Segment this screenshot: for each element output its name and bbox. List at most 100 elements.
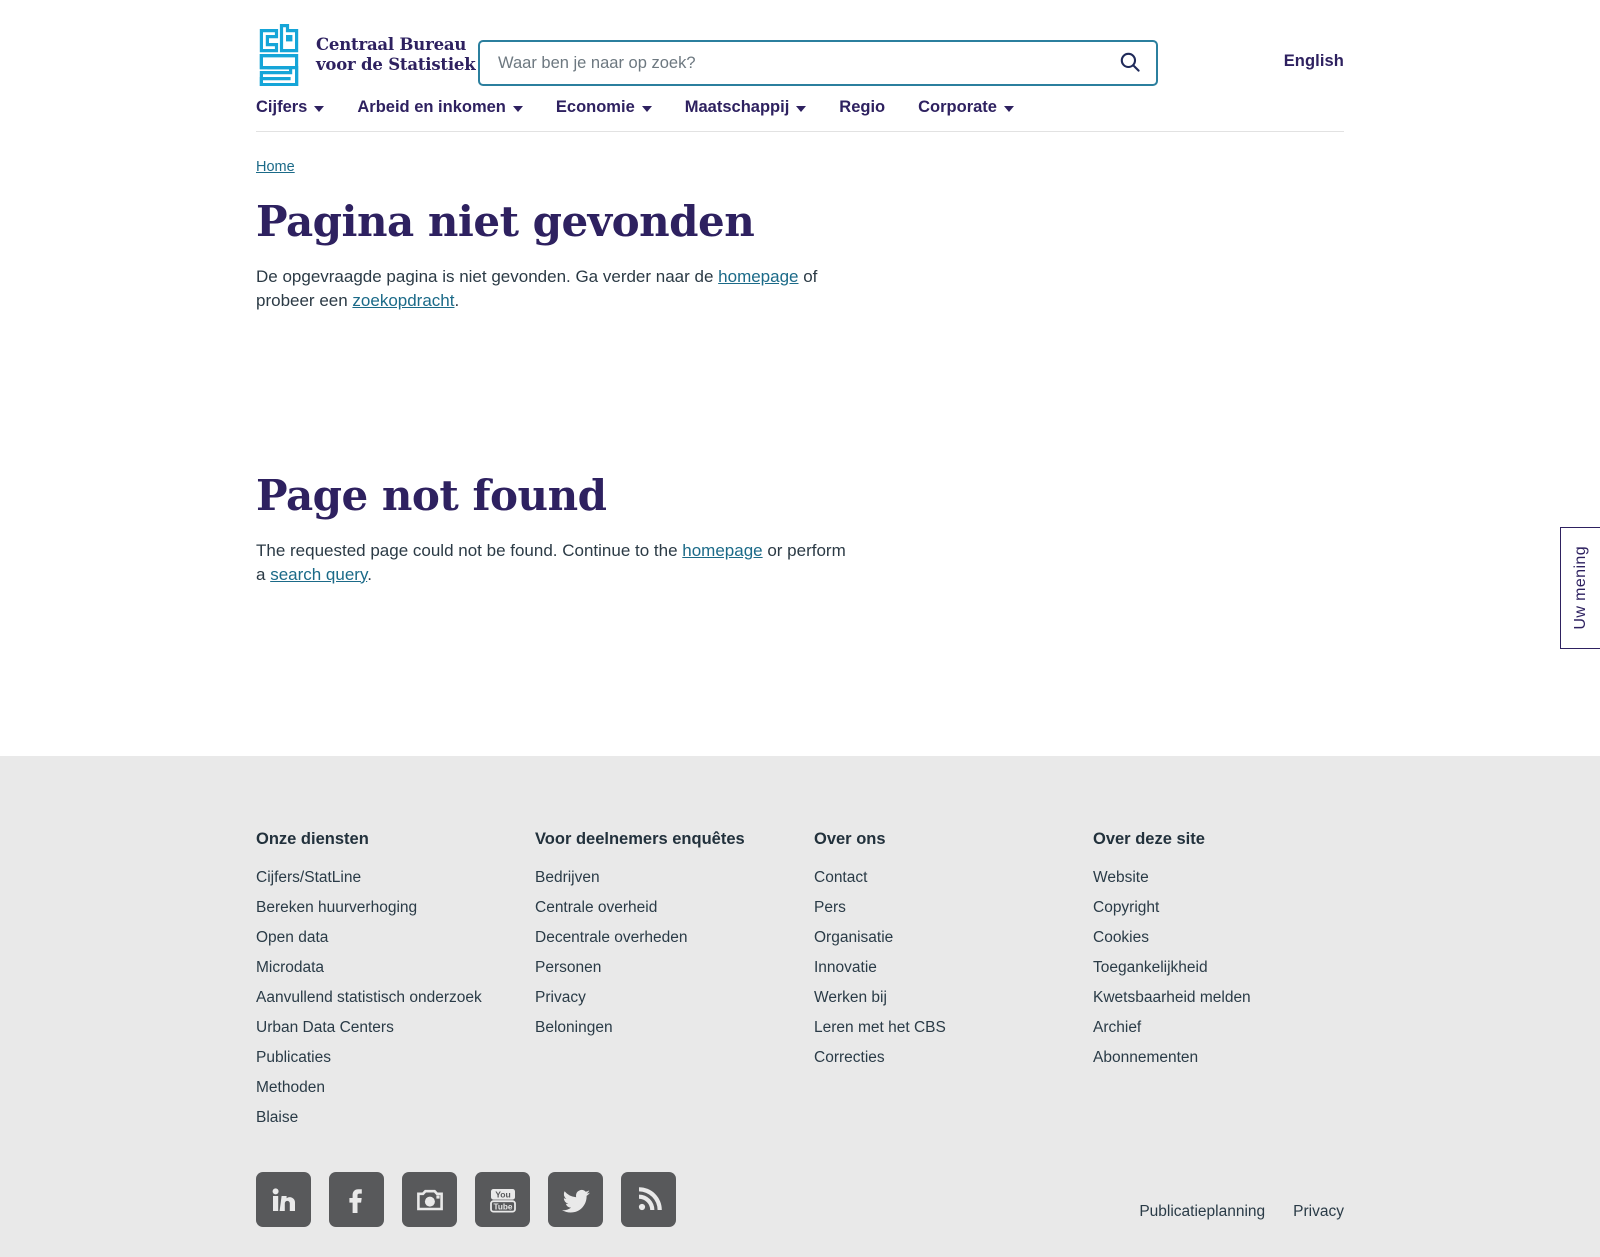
footer-link[interactable]: Decentrale overheden (535, 929, 688, 946)
footer-link[interactable]: Methoden (256, 1079, 325, 1096)
breadcrumb-item-home[interactable]: Home (256, 159, 295, 175)
list-item: Archief (1093, 1019, 1372, 1037)
footer-column-title: Over deze site (1093, 830, 1205, 849)
chevron-down-icon (641, 106, 652, 112)
list-item: Innovatie (814, 959, 1093, 977)
footer-link[interactable]: Privacy (535, 989, 586, 1006)
footer-link[interactable]: Kwetsbaarheid melden (1093, 989, 1251, 1006)
language-switch: English (1158, 18, 1344, 71)
homepage-link-nl[interactable]: homepage (718, 267, 798, 286)
homepage-link-en[interactable]: homepage (682, 541, 762, 560)
language-link-english[interactable]: English (1284, 52, 1344, 71)
footer-link[interactable]: Personen (535, 959, 601, 976)
footer-link[interactable]: Publicaties (256, 1049, 331, 1066)
svg-text:You: You (495, 1189, 511, 1199)
list-item: Abonnementen (1093, 1049, 1372, 1067)
footer-link[interactable]: Copyright (1093, 899, 1159, 916)
error-text-en-part1: The requested page could not be found. C… (256, 541, 683, 561)
nav-item-label: Maatschappij (684, 98, 790, 116)
list-item: Cijfers/StatLine (256, 869, 535, 887)
list-item: Organisatie (814, 929, 1093, 947)
footer-link[interactable]: Correcties (814, 1049, 885, 1066)
page-root: Centraal Bureau voor de Statistiek Waar … (0, 0, 1600, 1257)
footer-legal-links: Publicatieplanning Privacy (1139, 1203, 1344, 1227)
nav-item-economie[interactable]: Economie (556, 98, 652, 117)
footer-link[interactable]: Cookies (1093, 929, 1149, 946)
list-item: Copyright (1093, 899, 1372, 917)
list-item: Open data (256, 929, 535, 947)
list-item: Centrale overheid (535, 899, 814, 917)
search-input[interactable] (480, 42, 1104, 84)
svg-text:Tube: Tube (493, 1202, 512, 1211)
nav-item-corporate[interactable]: Corporate (918, 98, 1014, 117)
footer-link[interactable]: Cijfers/StatLine (256, 869, 361, 886)
nav-item-label: Arbeid en inkomen (357, 98, 506, 116)
footer-link[interactable]: Archief (1093, 1019, 1141, 1036)
search-query-link-en[interactable]: search query (270, 565, 367, 584)
footer-link[interactable]: Contact (814, 869, 867, 886)
search-submit-button[interactable] (1104, 42, 1156, 84)
list-item: Website (1093, 869, 1372, 887)
error-block-nl: Pagina niet gevonden De opgevraagde pagi… (256, 176, 1344, 312)
nav-item-cijfers[interactable]: Cijfers (256, 98, 325, 117)
footer-link-list: Contact Pers Organisatie Innovatie Werke… (814, 869, 1093, 1067)
list-item: Toegankelijkheid (1093, 959, 1372, 977)
footer-link[interactable]: Aanvullend statistisch onderzoek (256, 989, 482, 1006)
footer-column-title: Voor deelnemers enquêtes (535, 830, 745, 849)
feedback-tab[interactable]: Uw mening (1560, 527, 1600, 649)
nav-item-maatschappij[interactable]: Maatschappij (685, 98, 807, 117)
footer-link[interactable]: Innovatie (814, 959, 877, 976)
error-text-en-part3: . (367, 564, 372, 584)
footer-link[interactable]: Website (1093, 869, 1149, 886)
list-item: Microdata (256, 959, 535, 977)
page-title-en: Page not found (256, 471, 607, 521)
nav-item-label: Cijfers (256, 98, 308, 116)
footer-link[interactable]: Abonnementen (1093, 1049, 1198, 1066)
footer-column-over-deze-site: Over deze site Website Copyright Cookies… (1093, 830, 1372, 1139)
footer-link[interactable]: Werken bij (814, 989, 887, 1006)
footer-link[interactable]: Microdata (256, 959, 324, 976)
list-item: Cookies (1093, 929, 1372, 947)
feedback-tab-label: Uw mening (1571, 546, 1589, 630)
footer-link[interactable]: Leren met het CBS (814, 1019, 946, 1036)
search-box[interactable] (478, 40, 1158, 86)
footer-column-title: Onze diensten (256, 830, 369, 849)
footer-link-list: Bedrijven Centrale overheid Decentrale o… (535, 869, 814, 1037)
nav-item-label: Regio (839, 98, 886, 116)
footer-column-title: Over ons (814, 830, 886, 849)
footer-bottom: You Tube Publicatieplanning Privacy (256, 1139, 1344, 1257)
chevron-down-icon (1003, 106, 1014, 112)
nav-item-arbeid-en-inkomen[interactable]: Arbeid en inkomen (357, 98, 523, 117)
footer-link[interactable]: Bereken huurverhoging (256, 899, 417, 916)
footer-legal-link-publicatieplanning[interactable]: Publicatieplanning (1139, 1203, 1265, 1221)
list-item: Aanvullend statistisch onderzoek (256, 989, 535, 1007)
brand-name: Centraal Bureau voor de Statistiek (316, 35, 476, 74)
nav-item-regio[interactable]: Regio (839, 98, 885, 117)
list-item: Werken bij (814, 989, 1093, 1007)
site-header: Centraal Bureau voor de Statistiek Waar … (0, 0, 1600, 756)
footer-link-list: Website Copyright Cookies Toegankelijkhe… (1093, 869, 1372, 1067)
footer-link[interactable]: Pers (814, 899, 846, 916)
search-query-link-nl[interactable]: zoekopdracht (352, 291, 454, 310)
list-item: Contact (814, 869, 1093, 887)
footer-link[interactable]: Centrale overheid (535, 899, 657, 916)
list-item: Methoden (256, 1079, 535, 1097)
footer-legal-link-privacy[interactable]: Privacy (1293, 1203, 1344, 1221)
brand-home-link[interactable]: Centraal Bureau voor de Statistiek (256, 18, 478, 87)
main-navigation: Cijfers Arbeid en inkomen Economie Maats… (256, 92, 1344, 132)
footer-link[interactable]: Beloningen (535, 1019, 613, 1036)
footer-link[interactable]: Toegankelijkheid (1093, 959, 1208, 976)
search-icon (1119, 51, 1141, 76)
chevron-down-icon (796, 106, 807, 112)
footer-link[interactable]: Urban Data Centers (256, 1019, 394, 1036)
nav-item-label: Economie (555, 98, 635, 116)
footer-link[interactable]: Blaise (256, 1109, 298, 1126)
error-text-nl-part3: . (454, 290, 460, 310)
page-title-nl: Pagina niet gevonden (256, 197, 755, 246)
footer-link[interactable]: Open data (256, 929, 328, 946)
error-text-nl-part1: De opgevraagde pagina is niet gevonden. … (256, 267, 719, 287)
search-area (478, 18, 1158, 86)
footer-link[interactable]: Bedrijven (535, 869, 600, 886)
footer-link[interactable]: Organisatie (814, 929, 893, 946)
